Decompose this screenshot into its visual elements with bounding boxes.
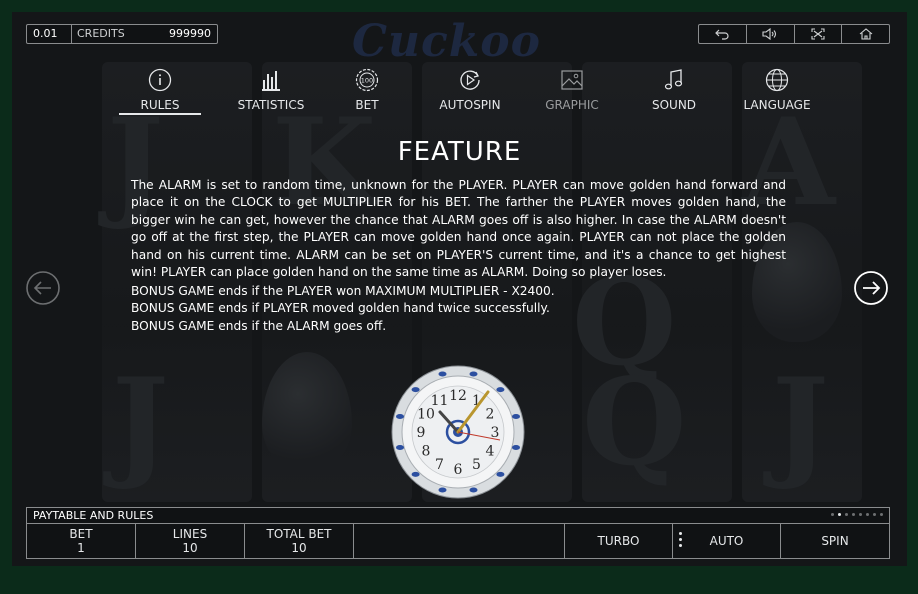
clock-number: 8 bbox=[422, 444, 431, 460]
page-dot[interactable] bbox=[838, 513, 841, 516]
ornament bbox=[512, 414, 520, 419]
spin-button[interactable]: SPIN bbox=[781, 524, 889, 558]
image-icon bbox=[561, 70, 583, 90]
ornament bbox=[496, 387, 505, 393]
info-icon bbox=[148, 68, 172, 92]
page-indicator bbox=[831, 513, 883, 516]
ornament bbox=[469, 487, 478, 493]
clock-number: 9 bbox=[417, 425, 426, 441]
tab-rules[interactable]: RULES bbox=[115, 68, 205, 115]
game-stage: J K A J Q Q J 0.01 CREDITS 999990 Cuckoo… bbox=[12, 12, 907, 566]
page-dot[interactable] bbox=[859, 513, 862, 516]
total-bet-value: 10 bbox=[291, 541, 307, 555]
turbo-label: TURBO bbox=[597, 534, 640, 548]
autospin-icon bbox=[460, 70, 480, 90]
clock-number: 7 bbox=[435, 457, 444, 473]
tab-graphic[interactable]: GRAPHIC bbox=[527, 68, 617, 112]
more-options-icon[interactable] bbox=[679, 532, 682, 547]
page-dot[interactable] bbox=[880, 513, 883, 516]
win-display bbox=[354, 524, 565, 558]
music-icon bbox=[664, 69, 683, 90]
game-logo: Cuckoo bbox=[352, 16, 541, 67]
bet-label: BET bbox=[69, 527, 93, 541]
coin-value: 0.01 bbox=[33, 27, 58, 40]
globe-icon bbox=[765, 68, 789, 92]
bonus-rule: BONUS GAME ends if the PLAYER won MAXIMU… bbox=[131, 284, 555, 298]
prev-page-arrow-icon[interactable] bbox=[26, 271, 60, 305]
clock-number: 5 bbox=[472, 457, 481, 473]
tab-label: LANGUAGE bbox=[743, 98, 811, 112]
chip-icon: 100 bbox=[355, 68, 379, 92]
ornament bbox=[396, 445, 404, 450]
clock-number: 11 bbox=[431, 393, 449, 409]
sound-icon[interactable] bbox=[747, 25, 795, 43]
feature-paragraph: The ALARM is set to random time, unknown… bbox=[131, 178, 786, 280]
tab-label: BET bbox=[355, 98, 379, 112]
ornament bbox=[411, 387, 420, 393]
feature-description: The ALARM is set to random time, unknown… bbox=[131, 177, 786, 281]
tab-sound[interactable]: SOUND bbox=[629, 68, 719, 112]
page-dot[interactable] bbox=[866, 513, 869, 516]
lines-display[interactable]: LINES 10 bbox=[136, 524, 245, 558]
bonus-rules: BONUS GAME ends if the PLAYER won MAXIMU… bbox=[131, 283, 786, 335]
back-icon[interactable] bbox=[699, 25, 747, 43]
chip-value: 100 bbox=[361, 77, 373, 85]
turbo-button[interactable]: TURBO bbox=[565, 524, 673, 558]
page-dot[interactable] bbox=[873, 513, 876, 516]
tab-language[interactable]: LANGUAGE bbox=[732, 68, 822, 112]
clock-number: 2 bbox=[486, 407, 495, 423]
menu-tabs: RULES STATISTICS 100 BET AUTOSPIN GRAPHI… bbox=[112, 68, 812, 118]
spin-label: SPIN bbox=[821, 534, 849, 548]
toolbar bbox=[698, 24, 890, 44]
bonus-rule: BONUS GAME ends if the ALARM goes off. bbox=[131, 318, 387, 333]
fullscreen-icon[interactable] bbox=[795, 25, 843, 43]
clock-number: 12 bbox=[449, 388, 467, 404]
ornament bbox=[512, 445, 520, 450]
page-dot[interactable] bbox=[845, 513, 848, 516]
total-bet-display: TOTAL BET 10 bbox=[245, 524, 354, 558]
auto-button[interactable]: AUTO bbox=[673, 524, 781, 558]
section-bar: PAYTABLE AND RULES bbox=[26, 507, 890, 524]
ornament bbox=[496, 471, 505, 477]
tab-label: RULES bbox=[140, 98, 180, 112]
clock-illustration: 12 1234567891011 bbox=[391, 365, 525, 499]
credits-value: 999990 bbox=[169, 27, 211, 40]
clock-number: 4 bbox=[486, 444, 495, 460]
lines-value: 10 bbox=[182, 541, 198, 555]
tab-label: STATISTICS bbox=[237, 98, 305, 112]
bar-chart-icon bbox=[262, 71, 280, 91]
tab-bet[interactable]: 100 BET bbox=[322, 68, 412, 112]
bonus-rule: BONUS GAME ends if PLAYER moved golden h… bbox=[131, 301, 550, 316]
clock-number: 6 bbox=[454, 462, 463, 478]
bet-display[interactable]: BET 1 bbox=[27, 524, 136, 558]
ornament bbox=[469, 371, 478, 377]
bet-value: 1 bbox=[77, 541, 85, 555]
background-symbol: Q bbox=[582, 352, 687, 493]
total-bet-label: TOTAL BET bbox=[266, 527, 332, 541]
credits-label: CREDITS bbox=[77, 27, 125, 40]
home-icon[interactable] bbox=[842, 25, 889, 43]
page-dot[interactable] bbox=[831, 513, 834, 516]
tab-label: AUTOSPIN bbox=[439, 98, 501, 112]
tab-statistics[interactable]: STATISTICS bbox=[226, 68, 316, 112]
control-bar: BET 1 LINES 10 TOTAL BET 10 TURBO AUTO S… bbox=[26, 523, 890, 559]
credits-panel: 0.01 CREDITS 999990 bbox=[26, 24, 218, 44]
tab-label: SOUND bbox=[651, 98, 697, 112]
page-dot[interactable] bbox=[852, 513, 855, 516]
lines-label: LINES bbox=[172, 527, 208, 541]
next-page-arrow-icon[interactable] bbox=[854, 271, 888, 305]
ornament bbox=[438, 371, 447, 377]
page-title: FEATURE bbox=[397, 137, 522, 167]
tab-autospin[interactable]: AUTOSPIN bbox=[425, 68, 515, 112]
background-symbol: J bbox=[112, 352, 169, 493]
ornament bbox=[411, 471, 420, 477]
ornament bbox=[438, 487, 447, 493]
auto-label: AUTO bbox=[709, 534, 744, 548]
section-label: PAYTABLE AND RULES bbox=[33, 509, 154, 522]
background-symbol: J bbox=[772, 352, 829, 493]
ornament bbox=[396, 414, 404, 419]
tab-label: GRAPHIC bbox=[545, 98, 599, 112]
